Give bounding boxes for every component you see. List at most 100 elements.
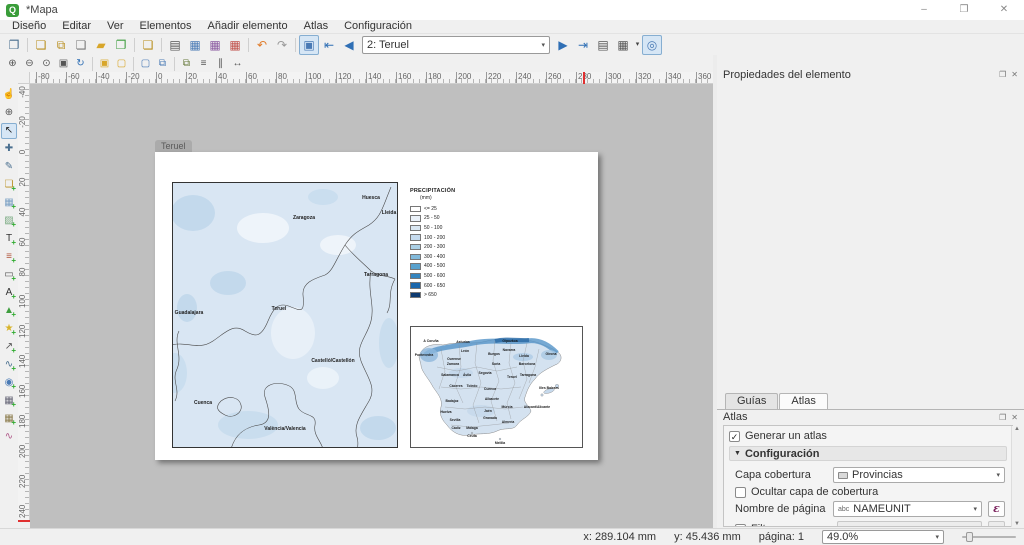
add-map-button[interactable]: ▦ [1, 195, 17, 211]
coverage-layer-combo[interactable]: Provincias ▾ [833, 467, 1005, 483]
separator[interactable] [245, 35, 252, 55]
add-node-item-button[interactable]: ∿ [1, 357, 17, 373]
minimize-button[interactable]: – [904, 0, 944, 20]
add-legend-button[interactable]: ≡ [1, 249, 17, 265]
separator[interactable] [171, 56, 178, 72]
duplicate-layout-button[interactable]: ⧉ [51, 35, 71, 55]
add-north-arrow-button[interactable]: A [1, 285, 17, 301]
generate-atlas-checkbox[interactable]: ✓ [729, 431, 740, 442]
zoom-actual-button[interactable]: ⊙ [38, 56, 55, 72]
hide-coverage-checkbox[interactable] [735, 487, 746, 498]
main-map-item[interactable]: HuescaLleidaZaragozaTarragonaGuadalajara… [172, 182, 398, 448]
lock-items-button[interactable]: ▣ [96, 56, 113, 72]
undo-button[interactable]: ↶ [252, 35, 272, 55]
menu-item[interactable]: Añadir elemento [200, 20, 296, 33]
separator[interactable] [130, 56, 137, 72]
filter-checkbox[interactable] [735, 524, 746, 528]
menu-item[interactable]: Diseño [4, 20, 54, 33]
print-atlas-button[interactable]: ▤ [593, 35, 613, 55]
legend-item[interactable]: PRECIPITACIÓN (mm) <= 25 25 - 50 [410, 188, 490, 300]
separator[interactable] [292, 35, 299, 55]
panel-scrollbar[interactable]: ▲ ▼ [1011, 426, 1022, 527]
move-item-content-button[interactable]: ✚ [1, 141, 17, 157]
separator[interactable] [89, 56, 96, 72]
layout-page[interactable]: HuescaLleidaZaragozaTarragonaGuadalajara… [155, 152, 598, 460]
refresh-view-button[interactable]: ↻ [72, 56, 89, 72]
save-project-button[interactable]: ❐ [4, 35, 24, 55]
zoom-slider-thumb[interactable] [966, 532, 973, 542]
close-button[interactable]: ✕ [984, 0, 1024, 20]
raise-items-button[interactable]: ⧉ [178, 56, 195, 72]
preview-atlas-button[interactable]: ▣ [299, 35, 319, 55]
distribute-items-button[interactable]: ∥ [212, 56, 229, 72]
add-page-button[interactable]: ❏ [1, 177, 17, 193]
next-feature-button[interactable]: ▶ [553, 35, 573, 55]
layout-manager-button[interactable]: ❏ [71, 35, 91, 55]
panel-tab[interactable]: Guías [725, 393, 778, 409]
deselect-items-button[interactable]: ⧉ [154, 56, 171, 72]
scroll-up-icon[interactable]: ▲ [1014, 426, 1020, 432]
panel-tab[interactable]: Atlas [779, 393, 827, 409]
zoom-tool-button[interactable]: ⊕ [1, 105, 17, 121]
close-panel-icon[interactable]: ✕ [1011, 70, 1018, 79]
add-arrow-button[interactable]: ↗ [1, 339, 17, 355]
select-items-button[interactable]: ▢ [137, 56, 154, 72]
page-name-combo[interactable]: abc NAMEUNIT ▾ [833, 501, 982, 517]
add-marker-button[interactable]: ★ [1, 321, 17, 337]
filter-expression-input[interactable] [837, 521, 982, 527]
export-image-button[interactable]: ▦ [185, 35, 205, 55]
overview-map-item[interactable]: A CoruñaAsturiasGipuzkoaPontevedraLeónNa… [410, 326, 583, 448]
add-pages-button[interactable]: ❏ [138, 35, 158, 55]
scroll-down-icon[interactable]: ▼ [1014, 521, 1020, 527]
legend-class-label: 400 - 500 [421, 263, 445, 269]
export-svg-button[interactable]: ▦ [205, 35, 225, 55]
menu-item[interactable]: Ver [99, 20, 132, 33]
atlas-feature-combo[interactable]: 2: Teruel ▾ [362, 36, 550, 54]
separator[interactable] [24, 35, 31, 55]
pan-tool-button[interactable]: ☝ [1, 87, 17, 103]
menu-item[interactable]: Atlas [296, 20, 336, 33]
add-scalebar-button[interactable]: ▭ [1, 267, 17, 283]
add-picture-button[interactable]: ▨ [1, 213, 17, 229]
open-folder-button[interactable]: ▰ [91, 35, 111, 55]
export-atlas-dropdown[interactable]: ▾ [633, 35, 642, 55]
unlock-items-button[interactable]: ▢ [113, 56, 130, 72]
atlas-settings-button[interactable]: ◎ [642, 35, 662, 55]
zoom-level-combo[interactable]: 49.0% ▾ [822, 530, 944, 544]
restore-button[interactable]: ❐ [944, 0, 984, 20]
save-as-template-button[interactable]: ❐ [111, 35, 131, 55]
add-label-button[interactable]: T [1, 231, 17, 247]
add-html-button[interactable]: ◉ [1, 375, 17, 391]
align-items-button[interactable]: ≡ [195, 56, 212, 72]
separator[interactable] [158, 35, 165, 55]
separator[interactable] [131, 35, 138, 55]
export-pdf-button[interactable]: ▦ [225, 35, 245, 55]
first-feature-button[interactable]: ⇤ [319, 35, 339, 55]
expression-button[interactable]: ε [988, 501, 1005, 517]
new-layout-button[interactable]: ❏ [31, 35, 51, 55]
previous-feature-button[interactable]: ◀ [339, 35, 359, 55]
menu-item[interactable]: Elementos [132, 20, 200, 33]
menu-item[interactable]: Configuración [336, 20, 420, 33]
float-panel-icon[interactable]: ❐ [999, 413, 1006, 422]
float-panel-icon[interactable]: ❐ [999, 70, 1006, 79]
zoom-slider[interactable] [962, 530, 1016, 544]
add-elevation-profile-button[interactable]: ∿ [1, 429, 17, 445]
add-shape-button[interactable]: ▲ [1, 303, 17, 319]
edit-nodes-item-button[interactable]: ✎ [1, 159, 17, 175]
add-attribute-table-button[interactable]: ▦ [1, 393, 17, 409]
add-fixed-table-button[interactable]: ▦ [1, 411, 17, 427]
export-atlas-button[interactable]: ▦ [613, 35, 633, 55]
zoom-in-button[interactable]: ⊕ [4, 56, 21, 72]
select-move-item-button[interactable]: ↖ [1, 123, 17, 139]
resize-items-button[interactable]: ↔ [229, 56, 246, 72]
redo-button[interactable]: ↷ [272, 35, 292, 55]
configuration-section-header[interactable]: ▼ Configuración [729, 446, 1007, 461]
print-layout-button[interactable]: ▤ [165, 35, 185, 55]
close-panel-icon[interactable]: ✕ [1011, 413, 1018, 422]
zoom-full-button[interactable]: ▣ [55, 56, 72, 72]
last-feature-button[interactable]: ⇥ [573, 35, 593, 55]
zoom-out-button[interactable]: ⊖ [21, 56, 38, 72]
layout-canvas[interactable]: Teruel [30, 84, 713, 528]
menu-item[interactable]: Editar [54, 20, 99, 33]
